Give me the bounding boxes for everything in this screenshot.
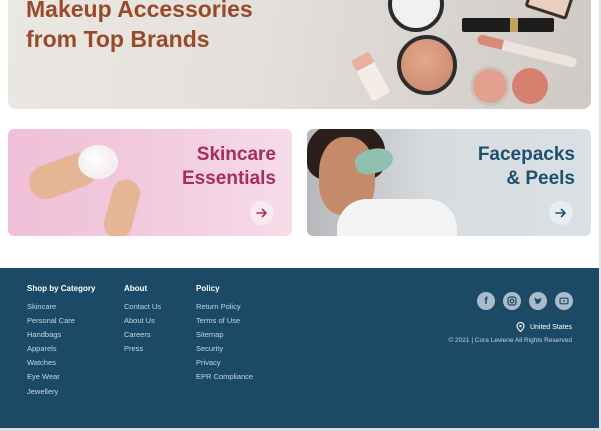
footer-link[interactable]: Personal Care xyxy=(27,314,95,328)
hero-title-line-1: Makeup Accessories xyxy=(26,0,253,22)
hero-title: Makeup Accessories from Top Brands xyxy=(26,0,326,54)
blush-compact-image xyxy=(397,35,457,95)
footer-heading: Policy xyxy=(196,284,220,293)
hero-banner[interactable]: Makeup Accessories from Top Brands xyxy=(8,0,591,109)
footer-column-about: About Contact Us About Us Careers Press xyxy=(124,284,161,356)
country-label: United States xyxy=(529,323,572,331)
facebook-icon[interactable]: f xyxy=(477,292,495,310)
promo-card-facepacks[interactable]: Facepacks & Peels xyxy=(307,129,591,236)
footer-column-policy: Policy Return Policy Terms of Use Sitema… xyxy=(196,284,253,385)
country-selector[interactable]: United States xyxy=(516,322,572,332)
promo-title-line-1: Facepacks xyxy=(477,144,575,165)
footer-link[interactable]: Security xyxy=(196,342,253,356)
promo-title-line-2: Essentials xyxy=(182,168,276,189)
footer-link[interactable]: Skincare xyxy=(27,300,95,314)
promo-title-facepacks: Facepacks & Peels xyxy=(478,143,575,191)
promo-title-skincare: Skincare Essentials xyxy=(182,143,276,191)
skincare-arrow-button[interactable] xyxy=(250,201,274,225)
promo-title-line-1: Skincare xyxy=(196,144,276,165)
arrow-right-icon xyxy=(555,208,566,218)
mascara-image xyxy=(462,18,554,32)
youtube-icon[interactable] xyxy=(555,292,573,310)
footer-heading: About xyxy=(124,284,148,293)
lipstick-image xyxy=(476,33,578,69)
footer-link[interactable]: Jewellery xyxy=(27,385,95,399)
instagram-icon[interactable] xyxy=(503,292,521,310)
arrow-right-icon xyxy=(256,208,267,218)
lip-gloss-image xyxy=(351,51,391,102)
footer: Shop by Category Skincare Personal Care … xyxy=(0,268,601,428)
hero-title-line-2: from Top Brands xyxy=(26,26,210,52)
footer-link[interactable]: Press xyxy=(124,342,161,356)
cream-jar-image xyxy=(78,145,118,179)
footer-link[interactable]: Eye Wear xyxy=(27,370,95,384)
location-pin-icon xyxy=(516,322,525,332)
blush-pan-image xyxy=(512,68,548,104)
facepacks-arrow-button[interactable] xyxy=(549,201,573,225)
footer-link[interactable]: Return Policy xyxy=(196,300,253,314)
compact-mirror-image xyxy=(388,0,444,32)
footer-link[interactable]: Privacy xyxy=(196,356,253,370)
footer-link[interactable]: Handbags xyxy=(27,328,95,342)
footer-link[interactable]: Contact Us xyxy=(124,300,161,314)
robe-image xyxy=(337,199,457,236)
footer-link[interactable]: Watches xyxy=(27,356,95,370)
powder-image xyxy=(470,66,510,106)
footer-link[interactable]: EPR Compliance xyxy=(196,370,253,384)
footer-link[interactable]: Sitemap xyxy=(196,328,253,342)
promo-card-skincare[interactable]: Skincare Essentials xyxy=(8,129,292,236)
footer-link[interactable]: Careers xyxy=(124,328,161,342)
finger-image xyxy=(100,176,144,236)
social-links: f xyxy=(477,292,573,310)
footer-column-category: Shop by Category Skincare Personal Care … xyxy=(27,284,95,399)
copyright-text: © 2021 | Cora Leviene All Rights Reserve… xyxy=(448,337,572,344)
footer-link[interactable]: Terms of Use xyxy=(196,314,253,328)
footer-link[interactable]: Apparels xyxy=(27,342,95,356)
footer-link[interactable]: About Us xyxy=(124,314,161,328)
promo-title-line-2: & Peels xyxy=(506,168,575,189)
twitter-icon[interactable] xyxy=(529,292,547,310)
footer-heading: Shop by Category xyxy=(27,284,96,293)
